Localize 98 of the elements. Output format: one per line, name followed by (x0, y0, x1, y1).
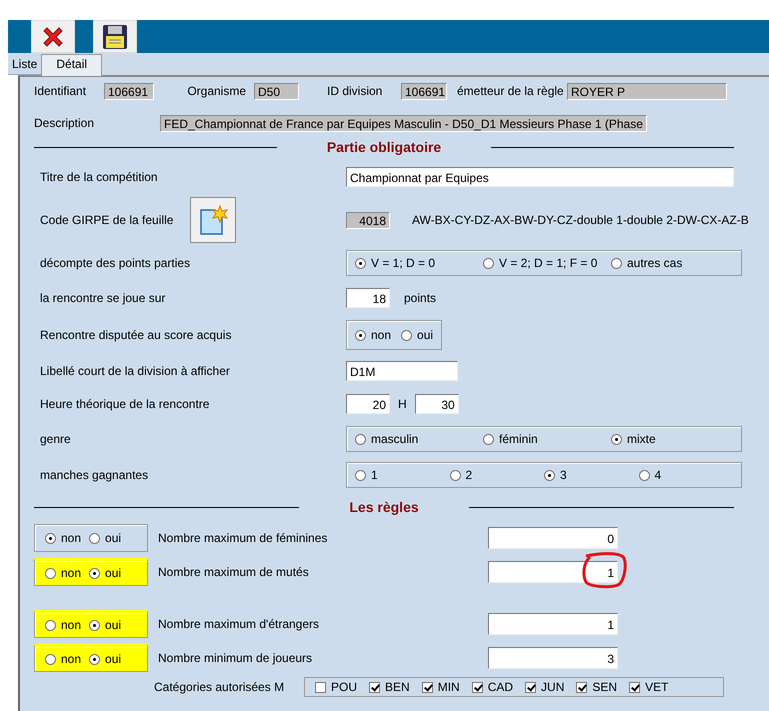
input-field[interactable]: 20 (346, 394, 390, 414)
checkbox-label[interactable]: POU (331, 680, 358, 694)
radio-button[interactable] (45, 532, 56, 544)
radio-button[interactable] (355, 258, 366, 268)
input-field[interactable]: 3 (488, 647, 618, 669)
checkbox-label[interactable]: JUN (541, 680, 564, 694)
radio-label[interactable]: non (61, 531, 82, 545)
checkbox-label[interactable]: SEN (592, 680, 618, 694)
radio-label[interactable]: féminin (499, 432, 538, 446)
checkbox[interactable] (422, 682, 433, 692)
radio-button[interactable] (89, 568, 100, 578)
readonly-field: 106691 (104, 82, 154, 100)
radio-button[interactable] (355, 330, 366, 340)
radio-button[interactable] (89, 620, 100, 630)
field-label: la rencontre se joue sur (40, 291, 166, 305)
checkbox-label[interactable]: MIN (438, 680, 460, 694)
field-label: émetteur de la règle (457, 84, 565, 98)
radio-label[interactable]: 1 (371, 468, 378, 482)
checkbox-label[interactable]: BEN (385, 680, 410, 694)
checkbox-label[interactable]: VET (645, 680, 668, 694)
checkbox[interactable] (576, 682, 588, 692)
new-sheet-button[interactable] (190, 197, 236, 243)
radio-label[interactable]: 4 (654, 468, 662, 482)
input-field[interactable]: 1 (488, 561, 618, 583)
radio-label[interactable]: autres cas (627, 256, 682, 270)
radio-label[interactable]: oui (417, 328, 434, 342)
checkbox[interactable] (369, 682, 380, 692)
field-label: Nombre maximum d'étrangers (158, 617, 320, 631)
radio-label[interactable]: non (371, 328, 392, 342)
readonly-field: D50 (254, 82, 299, 100)
radio-button[interactable] (611, 434, 622, 444)
checkbox-label[interactable]: CAD (488, 680, 514, 694)
checkbox[interactable] (315, 682, 326, 692)
radio-button[interactable] (611, 258, 622, 268)
new-document-icon (198, 204, 228, 236)
radio-button[interactable] (638, 470, 650, 480)
radio-label[interactable]: V = 1; D = 0 (371, 256, 436, 270)
field-label: ID division (327, 84, 384, 98)
field-label: manches gagnantes (40, 468, 150, 482)
radio-label[interactable]: mixte (627, 432, 656, 446)
field-label: Libellé court de la division à afficher (40, 364, 231, 378)
radio-label[interactable]: V = 2; D = 1; F = 0 (499, 256, 598, 270)
radio-label[interactable]: 3 (560, 468, 567, 482)
field-label: Heure théorique de la rencontre (40, 397, 210, 411)
radio-button[interactable] (355, 434, 366, 444)
radio-button[interactable] (401, 330, 412, 340)
field-label: Nombre minimum de joueurs (158, 651, 314, 665)
unit-label: H (398, 397, 407, 411)
checkbox[interactable] (472, 682, 483, 692)
input-field[interactable]: 30 (414, 394, 459, 414)
input-field[interactable]: 1 (488, 613, 618, 635)
readonly-field: 4018 (346, 212, 390, 228)
field-label: Rencontre disputée au score acquis (40, 328, 232, 342)
field-label: Identifiant (34, 84, 88, 98)
save-button[interactable] (93, 20, 137, 53)
radio-label[interactable]: non (61, 652, 82, 666)
field-label: décompte des points parties (40, 256, 192, 270)
checkbox[interactable] (525, 682, 536, 692)
radio-button[interactable] (45, 654, 56, 664)
radio-label[interactable]: non (61, 618, 82, 632)
field-label: Nombre maximum de féminines (158, 531, 328, 545)
radio-label[interactable]: oui (105, 618, 122, 632)
field-label: Organisme (186, 84, 246, 98)
radio-button[interactable] (483, 434, 494, 444)
radio-label[interactable]: 2 (466, 468, 472, 482)
tab[interactable]: Détail (41, 54, 102, 76)
checkbox[interactable] (629, 682, 640, 692)
radio-button[interactable] (89, 654, 100, 664)
section-title: Les règles (348, 499, 420, 515)
code-text: AW-BX-CY-DZ-AX-BW-DY-CZ-double 1-double 2-DW-CX-AZ-B (412, 213, 749, 227)
unit-label: points (404, 291, 436, 305)
radio-label[interactable]: masculin (371, 432, 418, 446)
radio-button[interactable] (483, 258, 494, 268)
readonly-field: FED_Championnat de France par Equipes Masculin - D50_D1 Messieurs Phase 1 (Phase (160, 114, 647, 132)
field-label: Code GIRPE de la feuille (40, 213, 174, 227)
field-label: Description (34, 116, 96, 130)
section-title: Partie obligatoire (326, 139, 442, 155)
readonly-field: ROYER P (567, 82, 727, 100)
delete-button[interactable] (31, 20, 75, 53)
radio-button[interactable] (355, 470, 366, 480)
field-label: Catégories autorisées M (154, 680, 286, 694)
radio-label[interactable]: oui (105, 531, 122, 545)
radio-label[interactable]: non (61, 566, 82, 580)
radio-label[interactable]: oui (105, 566, 122, 580)
radio-button[interactable] (45, 568, 56, 578)
radio-button[interactable] (45, 620, 56, 630)
radio-button[interactable] (544, 470, 555, 480)
input-field[interactable]: D1M (346, 361, 458, 381)
input-field[interactable]: 18 (346, 288, 390, 308)
field-label: genre (40, 432, 72, 446)
readonly-field: 106691 (401, 82, 447, 100)
radio-button[interactable] (89, 532, 100, 544)
input-field[interactable]: 0 (488, 527, 618, 549)
radio-button[interactable] (450, 470, 460, 480)
field-label: Titre de la compétition (40, 170, 159, 184)
input-field[interactable]: Championnat par Equipes (346, 167, 734, 187)
radio-label[interactable]: oui (105, 652, 122, 666)
field-label: Nombre maximum de mutés (158, 565, 310, 579)
